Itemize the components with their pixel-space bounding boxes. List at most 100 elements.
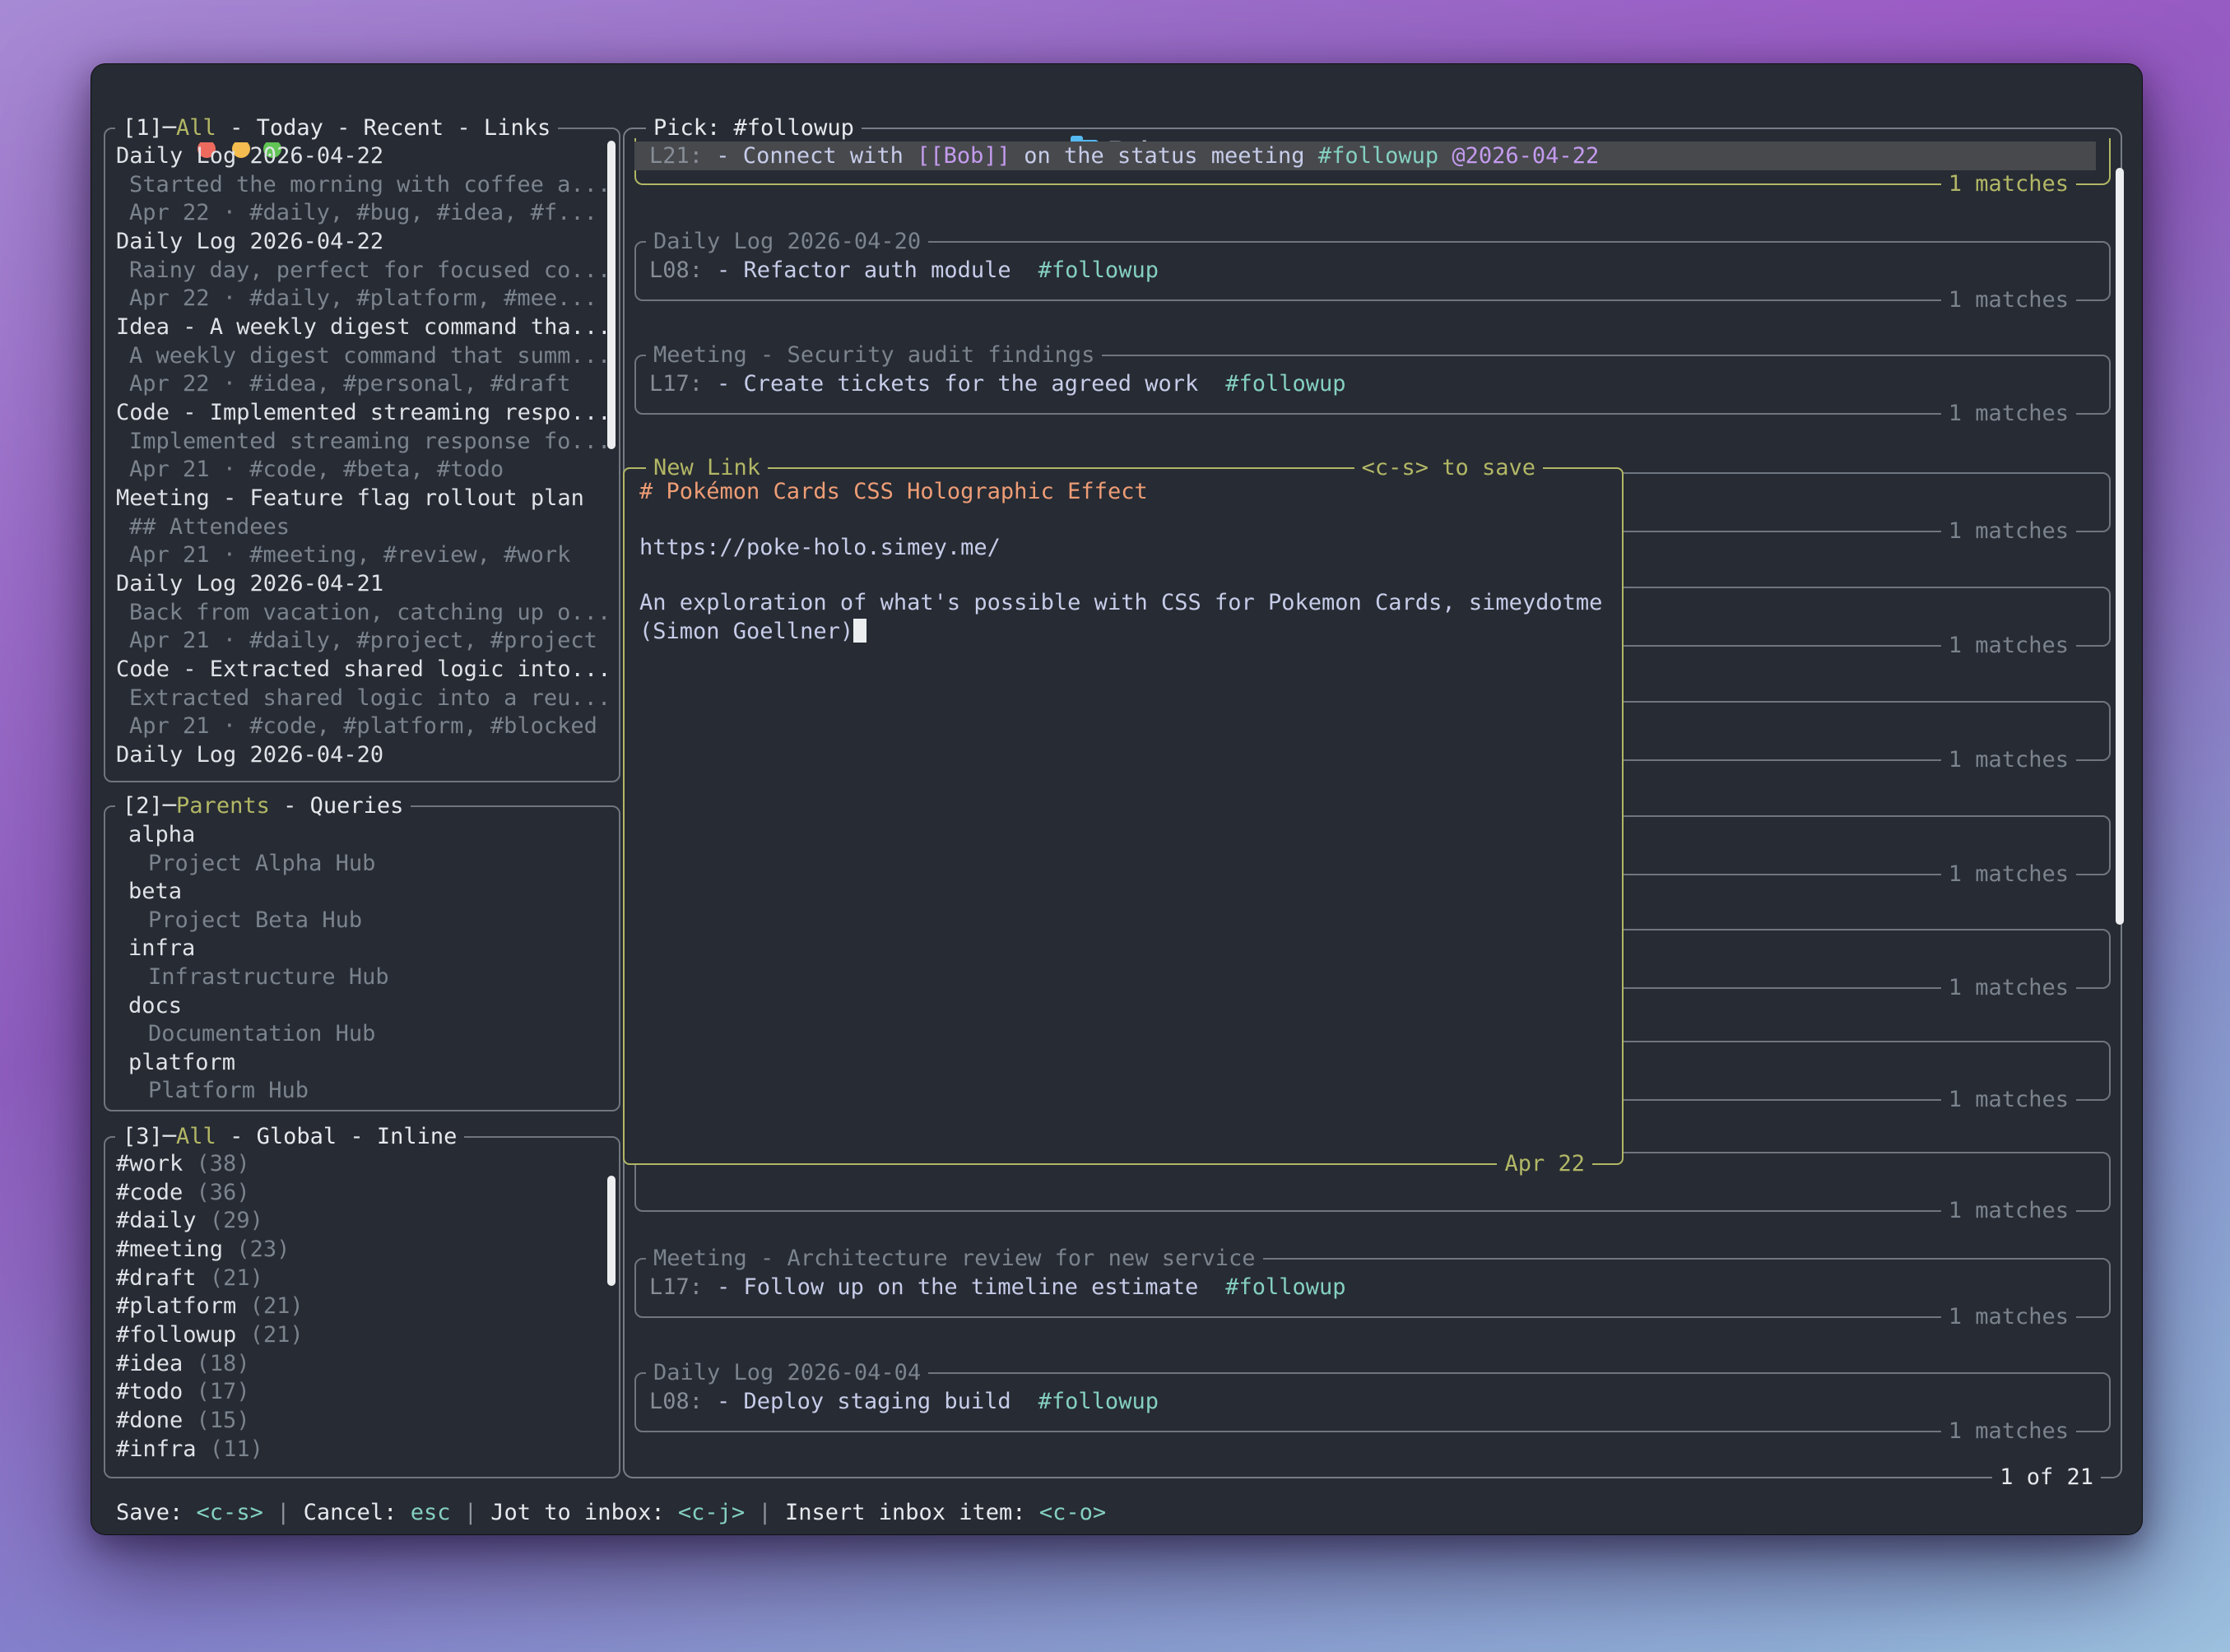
note-snippet[interactable]: A weekly digest command that summ... — [129, 341, 611, 370]
link-url-input[interactable]: https://poke-holo.simey.me/ — [639, 533, 1001, 562]
tag-name: #work — [116, 1151, 183, 1176]
link-description-line2[interactable]: (Simon Goellner) — [639, 617, 866, 646]
link-description-line1[interactable]: An exploration of what's possible with C… — [639, 588, 1602, 617]
parent-item[interactable]: infra — [128, 934, 195, 963]
followup-tag[interactable]: #followup — [1225, 1274, 1345, 1300]
result-line[interactable]: L17:- Create tickets for the agreed work… — [636, 369, 1346, 398]
tags-panel-scrollbar[interactable] — [607, 1176, 616, 1286]
panel1-dash: ─ — [163, 115, 176, 141]
status-cancel-key: esc — [411, 1500, 451, 1525]
hub-item[interactable]: Project Alpha Hub — [148, 849, 375, 878]
hub-item[interactable]: Project Beta Hub — [148, 906, 362, 935]
note-title[interactable]: Daily Log 2026-04-22 — [116, 227, 383, 256]
tag-name: #code — [116, 1180, 183, 1205]
tag-item[interactable]: #done (15) — [116, 1406, 250, 1435]
panel3-tabs[interactable]: - Global - Inline — [216, 1124, 458, 1149]
note-title[interactable]: Daily Log 2026-04-20 — [116, 740, 383, 769]
wiki-link[interactable]: [[Bob]] — [917, 143, 1010, 169]
tag-item[interactable]: #meeting (23) — [116, 1235, 290, 1264]
note-meta[interactable]: Apr 21 · #meeting, #review, #work — [129, 541, 570, 569]
parent-item[interactable]: docs — [128, 991, 182, 1020]
tag-name: #infra — [116, 1436, 197, 1462]
parent-item[interactable]: alpha — [128, 820, 195, 849]
result-line[interactable]: L08:- Deploy staging build#followup — [636, 1387, 1159, 1416]
panel2-tab-parents[interactable]: Parents — [176, 793, 270, 819]
result-text: - Follow up on the timeline estimate — [717, 1274, 1198, 1300]
tag-item[interactable]: #infra (11) — [116, 1435, 263, 1464]
result-panel[interactable]: Daily Log 2026-04-20 L08:- Refactor auth… — [634, 241, 2111, 301]
note-snippet[interactable]: Rainy day, perfect for focused co... — [129, 256, 611, 285]
tag-item[interactable]: #daily (29) — [116, 1206, 263, 1235]
link-heading-input[interactable]: # Pokémon Cards CSS Holographic Effect — [639, 477, 1148, 506]
note-meta[interactable]: Apr 22 · #daily, #bug, #idea, #f... — [129, 198, 597, 227]
note-snippet[interactable]: Extracted shared logic into a reu... — [129, 684, 611, 712]
parent-item[interactable]: platform — [128, 1048, 235, 1077]
panel3-tab-all[interactable]: All — [176, 1124, 216, 1149]
note-title[interactable]: Meeting - Feature flag rollout plan — [116, 484, 584, 513]
note-title[interactable]: Daily Log 2026-04-22 — [116, 142, 383, 170]
tag-item[interactable]: #work (38) — [116, 1149, 250, 1178]
tag-item[interactable]: #code (36) — [116, 1178, 250, 1207]
match-count: 1 matches — [1941, 1302, 2076, 1331]
notes-panel-scrollbar[interactable] — [607, 141, 616, 449]
note-meta[interactable]: Apr 22 · #daily, #platform, #mee... — [129, 284, 597, 313]
hub-item[interactable]: Infrastructure Hub — [148, 963, 389, 991]
tag-item[interactable]: #idea (18) — [116, 1349, 250, 1378]
tag-count: (38) — [197, 1151, 250, 1176]
followup-tag[interactable]: #followup — [1225, 371, 1345, 397]
hub-item[interactable]: Platform Hub — [148, 1076, 309, 1105]
pick-match-count: 1 matches — [1941, 169, 2076, 198]
tag-item[interactable]: #draft (21) — [116, 1264, 263, 1292]
note-snippet[interactable]: Started the morning with coffee a... — [129, 170, 611, 199]
match-text — [703, 143, 716, 169]
result-line[interactable]: L17: - Follow up on the timeline estimate… — [636, 1273, 1346, 1302]
note-title[interactable]: Code - Extracted shared logic into... — [116, 655, 611, 684]
panel1-tab-all[interactable]: All — [176, 115, 216, 141]
results-scrollbar[interactable] — [2116, 168, 2124, 925]
panel2-tabs[interactable]: - Queries — [270, 793, 404, 819]
note-snippet[interactable]: Implemented streaming response fo... — [129, 427, 611, 456]
note-meta[interactable]: Apr 21 · #daily, #project, #project — [129, 626, 597, 655]
panel1-number: [1] — [123, 115, 163, 141]
match-count: 1 matches — [1941, 631, 2076, 660]
panel1-tabs[interactable]: - Today - Recent - Links — [216, 115, 551, 141]
parents-panel-header: [2]─Parents - Queries — [115, 791, 411, 820]
followup-tag[interactable]: #followup — [1038, 1389, 1159, 1414]
hub-item[interactable]: Documentation Hub — [148, 1019, 375, 1048]
tag-count: (21) — [250, 1293, 304, 1319]
note-meta[interactable]: Apr 21 · #code, #beta, #todo — [129, 455, 504, 484]
text-cursor — [853, 619, 866, 643]
tag-count: (17) — [197, 1379, 250, 1404]
tag-count — [183, 1151, 196, 1176]
note-snippet[interactable]: ## Attendees — [129, 513, 290, 541]
result-panel[interactable]: Daily Log 2026-04-04 L08:- Deploy stagin… — [634, 1372, 2111, 1432]
selected-match-row[interactable]: L21: - Connect with [[Bob]] on the statu… — [634, 142, 2096, 170]
match-text: - Connect with — [716, 143, 917, 169]
note-meta[interactable]: Apr 22 · #idea, #personal, #draft — [129, 369, 570, 398]
panel3-number: [3] — [123, 1124, 163, 1149]
tag-item[interactable]: #todo (17) — [116, 1377, 250, 1406]
line-number: L17: — [649, 371, 703, 397]
date-ref[interactable]: @2026-04-22 — [1452, 143, 1599, 169]
note-meta[interactable]: Apr 21 · #code, #platform, #blocked — [129, 712, 597, 740]
tag-item[interactable]: #platform (21) — [116, 1292, 304, 1320]
match-text: on the status meeting — [1010, 143, 1318, 169]
note-title[interactable]: Daily Log 2026-04-21 — [116, 569, 383, 598]
note-title[interactable]: Code - Implemented streaming respo... — [116, 398, 611, 427]
line-number: L17: — [649, 1274, 703, 1300]
tag-item[interactable]: #followup (21) — [116, 1320, 304, 1349]
result-panel[interactable]: Meeting - Architecture review for new se… — [634, 1258, 2111, 1318]
followup-tag[interactable]: #followup — [1038, 258, 1159, 283]
result-panel[interactable]: Meeting - Security audit findings L17:- … — [634, 355, 2111, 415]
status-separator: | — [758, 1500, 771, 1525]
result-text: - Refactor auth module — [717, 258, 1011, 283]
note-title[interactable]: Idea - A weekly digest command tha... — [116, 313, 611, 341]
tag-name: #platform — [116, 1293, 236, 1319]
description-text: (Simon Goellner) — [639, 619, 853, 644]
followup-tag[interactable]: #followup — [1318, 143, 1438, 169]
parent-item[interactable]: beta — [128, 877, 182, 906]
result-line[interactable]: L08:- Refactor auth module#followup — [636, 256, 1159, 285]
notes-panel: [1]─All - Today - Recent - Links Daily L… — [104, 128, 620, 782]
note-snippet[interactable]: Back from vacation, catching up o... — [129, 598, 611, 627]
tag-count: (36) — [197, 1180, 250, 1205]
